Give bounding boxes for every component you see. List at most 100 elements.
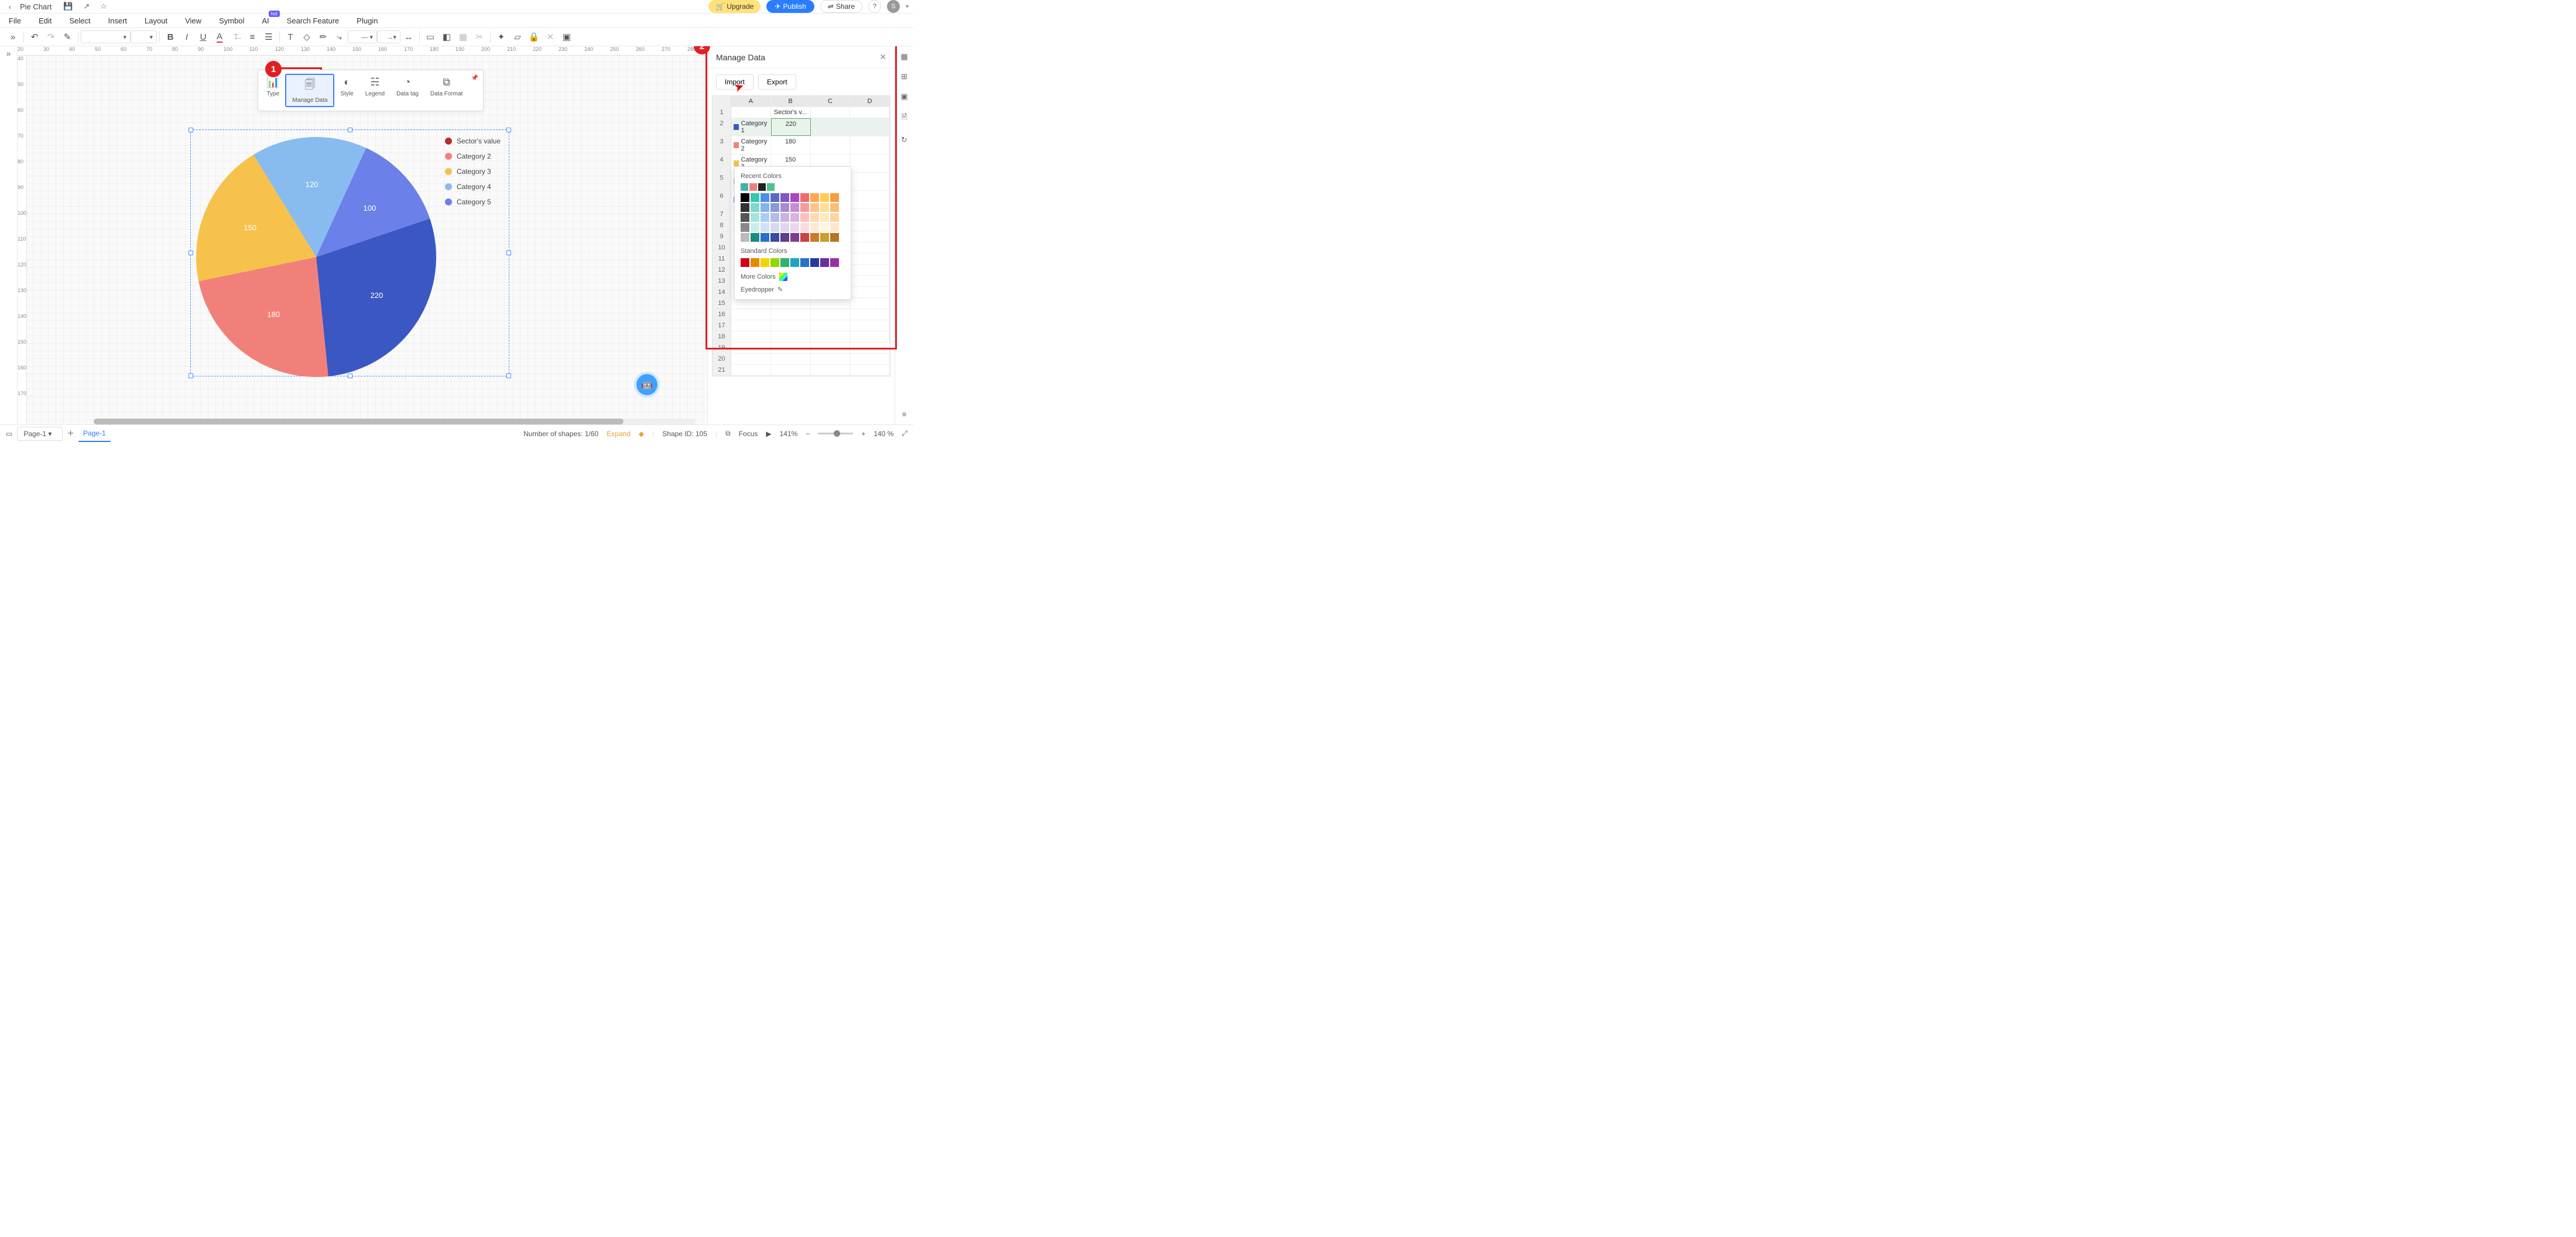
row-header[interactable]: 13 [712,276,731,286]
color-swatch[interactable] [761,203,769,212]
menu-search[interactable]: Search Feature [287,16,340,25]
color-swatch[interactable] [830,258,839,267]
open-external-icon[interactable]: ↗ [83,2,90,11]
crop-icon[interactable]: ✂ [471,29,488,45]
row-header[interactable]: 16 [712,309,731,320]
play-icon[interactable]: ▶ [766,430,771,438]
menu-select[interactable]: Select [69,16,90,25]
color-swatch[interactable] [820,223,829,232]
row-header[interactable]: 7 [712,209,731,220]
expand-left-icon[interactable]: » [5,29,21,45]
row-header[interactable]: 9 [712,231,731,242]
menu-layout[interactable]: Layout [145,16,167,25]
color-swatch[interactable] [751,223,759,232]
color-swatch[interactable] [741,193,749,202]
focus-button[interactable]: Focus [739,430,758,438]
color-swatch[interactable] [830,233,839,242]
color-swatch[interactable] [751,203,759,212]
row-header[interactable]: 3 [712,136,731,154]
row-header[interactable]: 6 [712,191,731,208]
align-icon[interactable]: ≡ [244,29,261,45]
menu-edit[interactable]: Edit [39,16,52,25]
history-icon[interactable]: ↻ [901,135,907,145]
color-swatch[interactable] [800,223,809,232]
color-swatch[interactable] [830,203,839,212]
color-swatch[interactable] [790,213,799,222]
export-button[interactable]: Export [758,74,796,90]
row-header[interactable]: 12 [712,265,731,275]
color-swatch[interactable] [761,233,769,242]
zoom-out-icon[interactable]: − [806,430,810,438]
color-swatch[interactable] [751,233,759,242]
col-header[interactable]: D [850,96,890,107]
color-swatch[interactable] [770,223,779,232]
color-swatch[interactable] [800,213,809,222]
canvas[interactable]: 2030405060708090100110120130140150160170… [18,46,707,424]
share-button[interactable]: ⇌ Share [820,0,862,13]
manage-data-button[interactable]: 🗐 Manage Data [285,74,334,107]
color-swatch[interactable] [741,223,749,232]
panel-toggle-icon[interactable]: » [6,49,11,58]
horizontal-scrollbar[interactable] [94,419,696,424]
color-swatch[interactable] [761,193,769,202]
present-icon[interactable]: ▣ [900,92,907,101]
col-header[interactable]: C [811,96,851,107]
font-size-select[interactable]: ▾ [131,30,157,43]
color-swatch[interactable] [820,193,829,202]
row-header[interactable]: 8 [712,220,731,231]
row-header[interactable]: 1 [712,107,731,118]
close-icon[interactable]: ✕ [879,52,886,62]
import-button[interactable]: Import [716,74,753,90]
row-header[interactable]: 4 [712,155,731,172]
col-header[interactable]: A [731,96,771,107]
color-swatch[interactable] [770,233,779,242]
row-header[interactable]: 10 [712,242,731,253]
color-swatch[interactable] [820,233,829,242]
color-swatch[interactable] [761,258,769,267]
color-swatch[interactable] [780,203,789,212]
color-swatch[interactable] [800,193,809,202]
warning-icon[interactable]: ◆ [639,430,644,438]
apps-icon[interactable]: ⊞ [901,72,907,81]
text-icon[interactable]: T [282,29,299,45]
color-swatch[interactable] [741,233,749,242]
color-swatch[interactable] [780,223,789,232]
fill-icon[interactable]: ◇ [299,29,315,45]
page-select[interactable]: Page-1 ▾ [17,427,63,441]
clear-format-icon[interactable]: T̶ [228,29,244,45]
menu-file[interactable]: File [9,16,21,25]
layers-icon[interactable]: ▦ [455,29,471,45]
format-painter-icon[interactable]: ✎ [59,29,76,45]
col-header[interactable]: B [771,96,811,107]
lock-icon[interactable]: 🔒 [526,29,542,45]
color-swatch[interactable] [790,233,799,242]
page-icon[interactable]: 🗎 [901,112,907,125]
sheet-cell-category[interactable]: Category 2 [731,136,771,154]
line-spacing-icon[interactable]: ☰ [261,29,277,45]
data-format-button[interactable]: ⧉ Data Format [424,74,469,107]
color-swatch[interactable] [790,203,799,212]
color-swatch[interactable] [830,223,839,232]
color-swatch[interactable] [780,258,789,267]
layers-status-icon[interactable]: ⧉ [725,429,731,438]
row-header[interactable]: 19 [712,342,731,353]
color-swatch[interactable] [741,183,748,191]
row-header[interactable]: 14 [712,287,731,297]
menu-symbol[interactable]: Symbol [219,16,244,25]
row-header[interactable]: 17 [712,320,731,331]
color-swatch[interactable] [820,213,829,222]
line-color-icon[interactable]: ✏ [315,29,331,45]
color-swatch[interactable] [830,193,839,202]
menu-view[interactable]: View [185,16,201,25]
pie-chart[interactable]: 120100220180150 [193,134,439,380]
data-tag-button[interactable]: ◔ Data tag [390,74,424,107]
expand-link[interactable]: Expand [607,430,631,438]
color-swatch[interactable] [758,183,766,191]
line-style-select[interactable]: — ▾ [348,30,377,43]
sheet-cell-value[interactable]: 220 [771,118,811,136]
color-swatch[interactable] [751,213,759,222]
tools-icon[interactable]: ✕ [542,29,559,45]
color-swatch[interactable] [741,258,749,267]
save-icon[interactable]: 💾 [63,2,73,11]
star-icon[interactable]: ☆ [100,2,107,11]
